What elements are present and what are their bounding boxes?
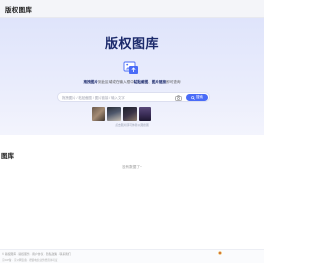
footer-license: 京ICP备 · 京公网安备 · 增值电信业务经营许可证 <box>2 259 58 262</box>
camera-icon[interactable] <box>175 94 182 101</box>
sample-image-1[interactable] <box>92 107 105 121</box>
empty-state-text: 没有数据了~ <box>121 165 143 169</box>
hero-section: 版权图库 拖拽图片到此区域或在输入框中粘贴截图、图片链接即可查询 搜索 <box>0 18 264 135</box>
hint-image-link: 图片链接 <box>151 80 167 84</box>
thumbnail-caption: 点击图片即可体验以图搜图 <box>115 122 149 127</box>
hint-paste-screenshot: 粘贴截图 <box>133 80 149 84</box>
search-button-label: 搜索 <box>196 95 203 99</box>
hint-mid: 到此区域或在输入框中 <box>97 80 134 84</box>
site-logo-text[interactable]: 版权图库 <box>5 4 32 14</box>
results-section-title: 图库 <box>1 153 14 160</box>
footer: © 版权图库 · 版权服务 · 用户协议 · 隐私政策 · 联系我们 京ICP备… <box>0 249 264 263</box>
footer-links[interactable]: © 版权图库 · 版权服务 · 用户协议 · 隐私政策 · 联系我们 <box>2 252 71 256</box>
sample-image-2[interactable] <box>106 107 121 121</box>
police-badge-icon <box>218 251 222 255</box>
search-button[interactable]: 搜索 <box>186 94 208 101</box>
sample-thumbnails <box>92 107 151 121</box>
search-box: 搜索 <box>57 92 210 102</box>
hint-drag: 拖拽图片 <box>83 80 98 84</box>
search-input[interactable] <box>62 95 172 100</box>
image-upload-icon[interactable] <box>123 61 139 75</box>
search-icon <box>191 95 195 100</box>
sample-image-3[interactable] <box>122 107 137 121</box>
hero-title: 版权图库 <box>104 36 159 51</box>
upload-hint: 拖拽图片到此区域或在输入框中粘贴截图、图片链接即可查询 <box>0 80 264 85</box>
top-bar: 版权图库 <box>0 0 264 18</box>
hint-suffix: 即可查询 <box>166 80 181 84</box>
sample-image-4[interactable] <box>138 107 151 121</box>
